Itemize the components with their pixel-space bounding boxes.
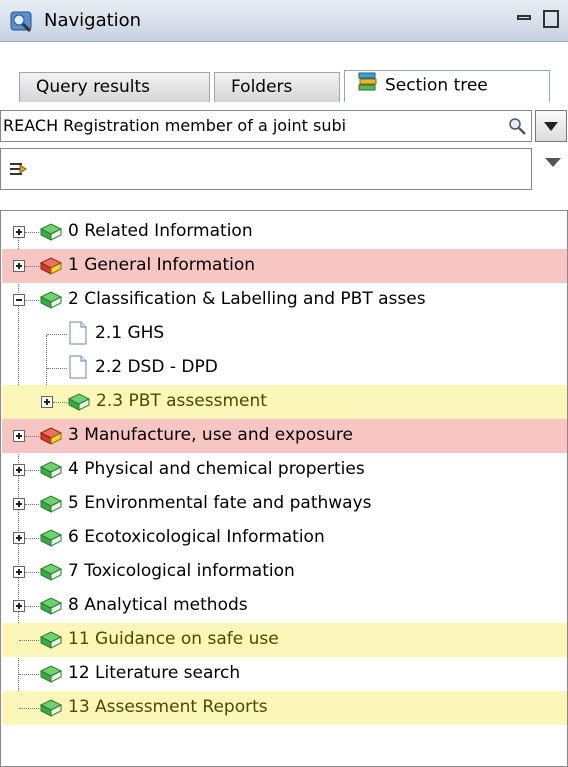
tree-node-label: 2.3 PBT assessment <box>96 391 267 411</box>
filter-field[interactable] <box>0 148 532 190</box>
green-book-icon <box>67 391 91 418</box>
green-book-icon <box>39 289 63 316</box>
tree-node-2-3-pbt-assessment[interactable]: 2.3 PBT assessment <box>2 385 567 419</box>
tree-node-7-toxicological[interactable]: 7 Toxicological information <box>2 555 567 589</box>
tab-query-results[interactable]: Query results <box>19 72 210 102</box>
tree-node-label: 3 Manufacture, use and exposure <box>68 425 353 445</box>
tree-node-13-assessment-reports[interactable]: 13 Assessment Reports <box>2 691 567 725</box>
collapse-icon[interactable] <box>13 294 25 306</box>
expand-icon[interactable] <box>13 600 25 612</box>
tree-node-label: 2.1 GHS <box>95 323 165 343</box>
expand-icon[interactable] <box>13 464 25 476</box>
tree-node-2-classification[interactable]: 2 Classification & Labelling and PBT ass… <box>2 283 567 317</box>
tree-node-label: 5 Environmental fate and pathways <box>68 493 372 513</box>
tree-node-label: 12 Literature search <box>68 663 241 683</box>
tree-node-2-1-ghs[interactable]: 2.1 GHS <box>2 317 567 351</box>
tab-label: Query results <box>36 77 151 97</box>
green-book-icon <box>39 561 63 588</box>
panel-titlebar: Navigation <box>0 0 568 42</box>
tree-node-12-literature-search[interactable]: 12 Literature search <box>2 657 567 691</box>
green-book-icon <box>39 459 63 486</box>
minimize-button[interactable] <box>517 15 531 20</box>
red-book-icon <box>39 255 63 282</box>
filter-icon[interactable] <box>8 160 28 183</box>
expand-icon[interactable] <box>41 396 53 408</box>
tab-label: Folders <box>231 77 293 97</box>
tree-node-2-2-dsd-dpd[interactable]: 2.2 DSD - DPD <box>2 351 567 385</box>
document-icon <box>68 321 88 350</box>
green-book-icon <box>39 697 63 724</box>
green-book-icon <box>39 221 63 248</box>
green-book-icon <box>39 527 63 554</box>
book-stack-icon <box>357 71 379 100</box>
tree-node-label: 1 General Information <box>68 255 256 275</box>
tree-node-1-general-information[interactable]: 1 General Information <box>2 249 567 283</box>
tree-node-0-related-information[interactable]: 0 Related Information <box>2 215 567 249</box>
tree-node-label: 13 Assessment Reports <box>68 697 268 717</box>
navigator-icon <box>10 9 34 38</box>
expand-icon[interactable] <box>13 226 25 238</box>
tree-node-label: 0 Related Information <box>68 221 253 241</box>
maximize-button[interactable] <box>543 10 559 28</box>
view-menu-icon[interactable] <box>545 158 561 167</box>
tree-node-label: 2 Classification & Labelling and PBT ass… <box>68 289 426 309</box>
tree-node-label: 8 Analytical methods <box>68 595 248 615</box>
expand-icon[interactable] <box>13 498 25 510</box>
search-dropdown-button[interactable] <box>535 110 567 142</box>
tree-node-8-analytical-methods[interactable]: 8 Analytical methods <box>2 589 567 623</box>
tree-node-label: 4 Physical and chemical properties <box>68 459 365 479</box>
document-icon <box>68 355 88 384</box>
tab-label: Section tree <box>385 75 488 96</box>
green-book-icon <box>39 629 63 656</box>
green-book-icon <box>39 663 63 690</box>
tree-node-6-ecotoxicological[interactable]: 6 Ecotoxicological Information <box>2 521 567 555</box>
tree-node-5-environmental-fate[interactable]: 5 Environmental fate and pathways <box>2 487 567 521</box>
search-value: REACH Registration member of a joint sub… <box>3 116 347 135</box>
tree-node-label: 2.2 DSD - DPD <box>95 357 218 377</box>
tree-node-3-manufacture[interactable]: 3 Manufacture, use and exposure <box>2 419 567 453</box>
expand-icon[interactable] <box>13 566 25 578</box>
tree-node-4-physical-chemical[interactable]: 4 Physical and chemical properties <box>2 453 567 487</box>
tree-node-label: 6 Ecotoxicological Information <box>68 527 325 547</box>
tree-node-label: 7 Toxicological information <box>68 561 295 581</box>
tab-folders[interactable]: Folders <box>214 72 340 102</box>
search-input[interactable]: REACH Registration member of a joint sub… <box>0 110 532 142</box>
red-book-icon <box>39 425 63 452</box>
expand-icon[interactable] <box>13 430 25 442</box>
tree-node-label: 11 Guidance on safe use <box>68 629 279 649</box>
expand-icon[interactable] <box>13 260 25 272</box>
tree-node-11-guidance-safe-use[interactable]: 11 Guidance on safe use <box>2 623 567 657</box>
search-icon[interactable] <box>508 117 528 142</box>
expand-icon[interactable] <box>13 532 25 544</box>
tab-section-tree[interactable]: Section tree <box>344 70 550 102</box>
panel-title: Navigation <box>44 10 142 31</box>
green-book-icon <box>39 595 63 622</box>
section-tree: 0 Related Information 1 General Informat… <box>0 210 568 767</box>
green-book-icon <box>39 493 63 520</box>
